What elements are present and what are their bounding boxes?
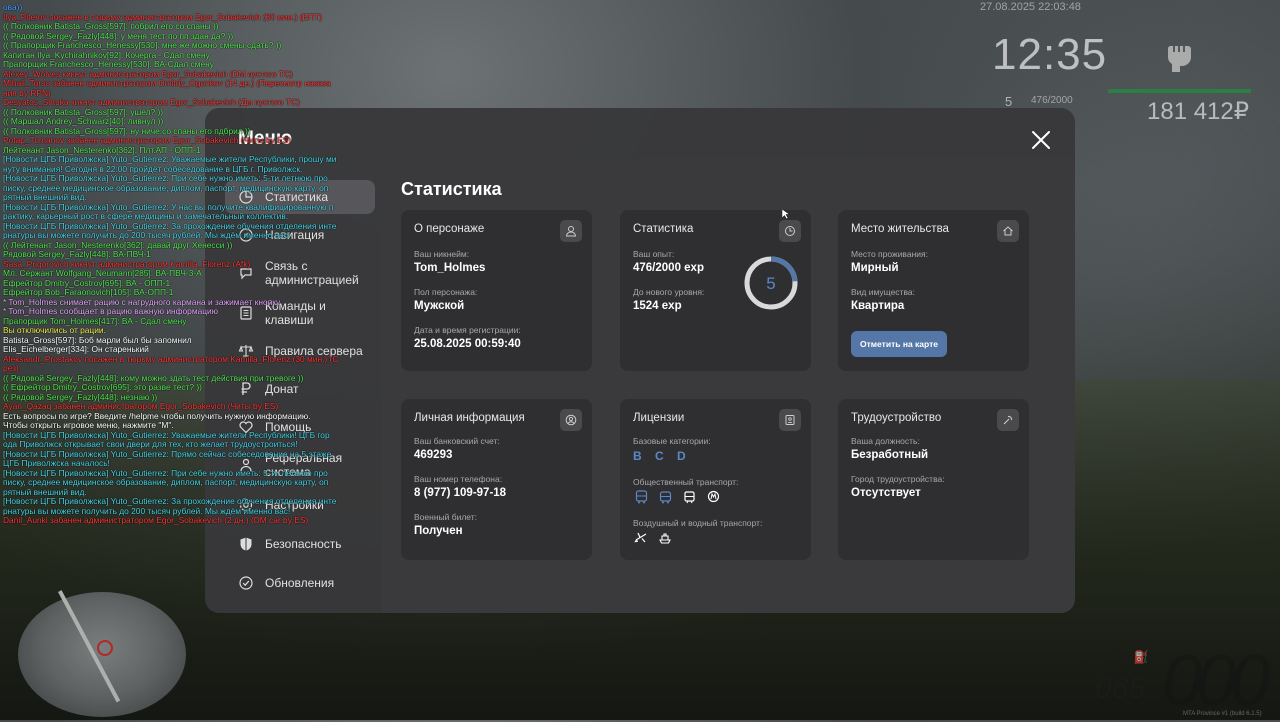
employment-city-value: Отсутствует	[851, 487, 921, 499]
air-water-transport-label: Воздушный и водный транспорт:	[633, 518, 763, 528]
exp-value: 476/2000 exp	[633, 262, 704, 274]
air-water-transport-icons	[633, 530, 673, 546]
next-level-value: 1524 exp	[633, 300, 682, 312]
level-number: 5	[766, 274, 775, 293]
trolleybus-icon	[657, 489, 673, 505]
next-level-label: До нового уровня:	[633, 287, 705, 297]
bus-icon	[633, 489, 649, 505]
cursor-icon	[782, 209, 790, 219]
close-icon[interactable]	[1028, 127, 1054, 153]
metro-icon	[705, 489, 721, 505]
base-categories: B C D	[633, 449, 691, 463]
sidebar-item-label: Безопасность	[265, 537, 342, 551]
reg-value: 25.08.2025 00:59:40	[414, 338, 521, 350]
minimap	[18, 590, 186, 717]
hud-level: 5	[1005, 94, 1013, 109]
position-label: Ваша должность:	[851, 436, 920, 446]
employment-city-label: Город трудоустройства:	[851, 474, 945, 484]
gender-label: Пол персонажа:	[414, 287, 478, 297]
card-title: О персонаже	[414, 223, 485, 235]
sidebar-item-label: Обновления	[265, 576, 335, 590]
card-licenses: Лицензии Базовые категории: B C D Общест…	[620, 399, 811, 560]
card-employment: Трудоустройство Ваша должность: Безработ…	[838, 399, 1029, 560]
hud-xp-bar	[1108, 89, 1251, 93]
level-progress-ring: 5	[744, 256, 798, 310]
card-residence: Место жительства Место проживания: Мирны…	[838, 210, 1029, 371]
nick-value: Tom_Holmes	[414, 262, 486, 274]
property-label: Вид имущества:	[851, 287, 915, 297]
bank-label: Ваш банковский счет:	[414, 436, 500, 446]
card-statistics: Статистика Ваш опыт: 476/2000 exp До нов…	[620, 210, 811, 371]
content-title: Статистика	[401, 179, 502, 199]
property-value: Квартира	[851, 300, 905, 312]
minimap-marker-icon	[97, 640, 113, 656]
public-transport-label: Общественный транспорт:	[633, 477, 739, 487]
card-title: Лицензии	[633, 412, 685, 424]
hud-vehicle-icons: ◐ ⚑ ⛽	[1085, 650, 1155, 664]
tram-icon	[681, 489, 697, 505]
fist-icon	[1167, 46, 1191, 72]
chat-line: Danil_Aunki забанен администратором Egor…	[3, 515, 309, 525]
hud-build: MTA Province #1 (build 6.1.5)	[1183, 711, 1262, 717]
hud-speed-small: 065	[1095, 672, 1146, 705]
reg-label: Дата и время регистрации:	[414, 325, 521, 335]
home-icon	[997, 220, 1019, 242]
sidebar-item-9[interactable]: Безопасность	[225, 527, 375, 561]
card-title: Статистика	[633, 223, 694, 235]
phone-label: Ваш номер телефона:	[414, 474, 503, 484]
gender-value: Мужской	[414, 300, 465, 312]
place-value: Мирный	[851, 262, 899, 274]
card-title: Личная информация	[414, 412, 525, 424]
hud-money: 181 412₽	[1147, 98, 1250, 125]
card-personal: Личная информация Ваш банковский счет: 4…	[401, 399, 592, 560]
hud-time: 12:35	[992, 30, 1108, 79]
sidebar-item-10[interactable]: Обновления	[225, 566, 375, 600]
base-categories-label: Базовые категории:	[633, 436, 711, 446]
mark-on-map-button[interactable]: Отметить на карте	[851, 331, 947, 357]
update-icon	[235, 572, 257, 594]
shield-icon	[235, 533, 257, 555]
chat-line: Mihail_Torso забанен администратором Dmi…	[3, 78, 331, 88]
plane-icon	[633, 530, 649, 546]
hud-speed: 000	[1162, 641, 1270, 721]
chat-log: ова)) Ilya_Piterov посажен в тюрьму админ…	[3, 2, 353, 526]
id-card-icon	[779, 409, 801, 431]
card-title: Место жительства	[851, 223, 949, 235]
user-icon	[560, 220, 582, 242]
bank-value: 469293	[414, 449, 453, 461]
military-value: Получен	[414, 525, 463, 537]
clock-icon	[779, 220, 801, 242]
public-transport-icons	[633, 489, 721, 505]
military-label: Военный билет:	[414, 512, 478, 522]
card-character: О персонаже Ваш никнейм: Tom_Holmes Пол …	[401, 210, 592, 371]
phone-value: 8 (977) 109-97-18	[414, 487, 507, 499]
exp-label: Ваш опыт:	[633, 249, 675, 259]
user-circle-icon	[560, 409, 582, 431]
hud-exp: 476/2000	[1031, 95, 1073, 106]
chat-line: Aleksandr_Prostakov посажен в тюрьму адм…	[3, 353, 339, 364]
hud-date: 27.08.2025 22:03:48	[980, 1, 1081, 13]
nick-label: Ваш никнейм:	[414, 249, 470, 259]
ship-icon	[657, 530, 673, 546]
tool-icon	[997, 409, 1019, 431]
card-title: Трудоустройство	[851, 412, 942, 424]
place-label: Место проживания:	[851, 249, 928, 259]
position-value: Безработный	[851, 449, 929, 461]
